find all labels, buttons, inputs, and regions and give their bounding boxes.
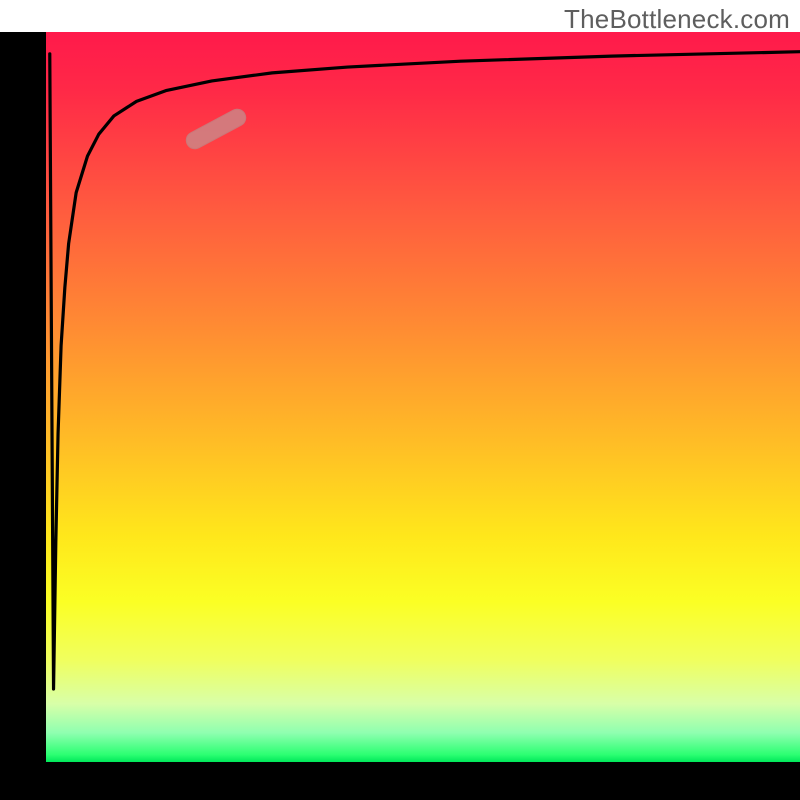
x-axis xyxy=(0,762,800,800)
chart-frame: TheBottleneck.com xyxy=(0,0,800,800)
y-axis xyxy=(0,32,46,762)
watermark-text: TheBottleneck.com xyxy=(564,4,790,35)
bottleneck-curve-path xyxy=(50,52,800,689)
curve-svg xyxy=(46,32,800,762)
